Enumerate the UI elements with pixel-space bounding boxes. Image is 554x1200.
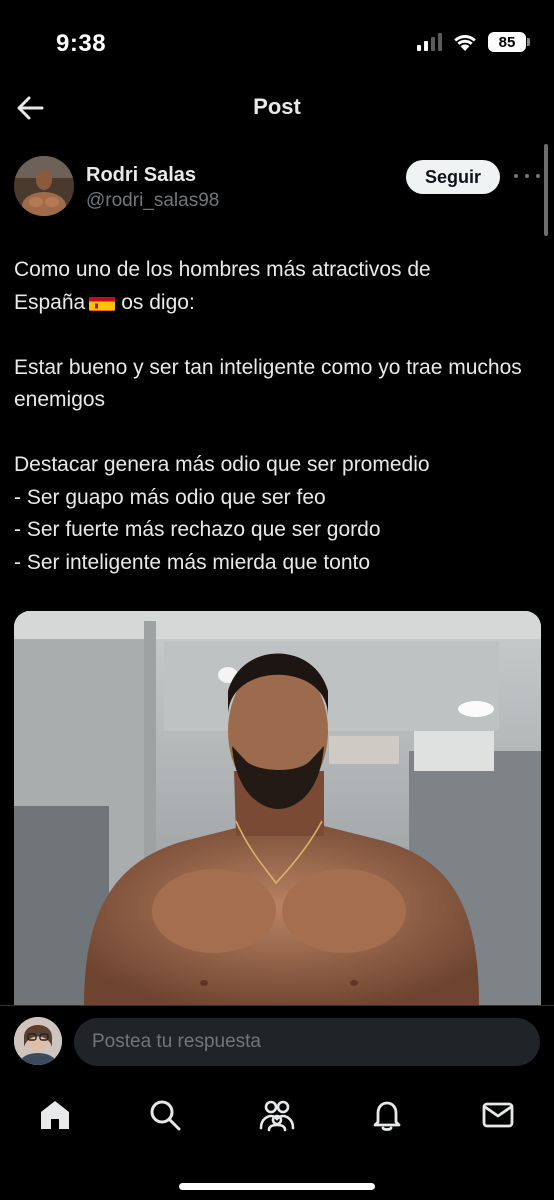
spain-flag-icon <box>89 293 116 311</box>
tweet-line: - Ser guapo más odio que ser feo <box>14 485 326 509</box>
bottom-nav <box>0 1077 554 1200</box>
tweet-paragraph: Estar bueno y ser tan inteligente como y… <box>14 355 522 412</box>
tweet-line: - Ser fuerte más rechazo que ser gordo <box>14 518 381 541</box>
author-avatar[interactable] <box>14 156 74 216</box>
battery-level: 85 <box>498 33 516 51</box>
status-bar: 9:38 85 <box>0 0 554 80</box>
battery-icon: 85 <box>488 32 530 52</box>
wifi-icon <box>454 35 476 51</box>
tweet-media-image[interactable] <box>14 611 541 1005</box>
messages-icon <box>482 1102 514 1128</box>
current-user-avatar[interactable] <box>14 1017 62 1065</box>
home-icon <box>41 1101 69 1129</box>
tweet-paragraph: Destacar genera más odio que ser promedi… <box>14 449 534 579</box>
tweet-text: Como uno de los hombres más atractivos d… <box>14 254 534 579</box>
home-indicator[interactable] <box>179 1183 375 1190</box>
scrollbar[interactable] <box>544 144 548 236</box>
post-header: Post <box>0 80 554 136</box>
author-name[interactable]: Rodri Salas <box>86 164 196 187</box>
tweet-word: os digo: <box>121 290 195 314</box>
reply-input[interactable] <box>74 1018 540 1066</box>
tweet-word: España <box>14 290 86 314</box>
search-icon <box>150 1100 181 1131</box>
notifications-icon <box>373 1101 401 1131</box>
tweet-line: - Ser inteligente más mierda que tonto <box>14 550 371 574</box>
page-title: Post <box>253 94 301 119</box>
author-handle: @rodri_salas98 <box>86 190 220 211</box>
more-horizontal-icon[interactable] <box>514 168 540 184</box>
nav-notifications[interactable] <box>367 1095 407 1135</box>
status-icons: 85 <box>417 32 530 52</box>
follow-button[interactable]: Seguir <box>406 160 500 194</box>
status-time: 9:38 <box>56 30 107 57</box>
nav-search[interactable] <box>145 1095 185 1135</box>
tweet-line: Como uno de los hombres más atractivos d… <box>14 258 431 281</box>
author-row: Rodri Salas @rodri_salas98 Seguir <box>14 156 540 220</box>
nav-home[interactable] <box>35 1095 75 1135</box>
reply-bar <box>0 1005 554 1077</box>
tweet-line: Destacar genera más odio que ser promedi… <box>14 453 430 476</box>
nav-communities[interactable] <box>257 1095 297 1135</box>
communities-icon <box>259 1100 295 1132</box>
nav-messages[interactable] <box>478 1095 518 1135</box>
tweet-paragraph: Como uno de los hombres más atractivos d… <box>14 254 534 319</box>
signal-icon <box>417 33 442 51</box>
